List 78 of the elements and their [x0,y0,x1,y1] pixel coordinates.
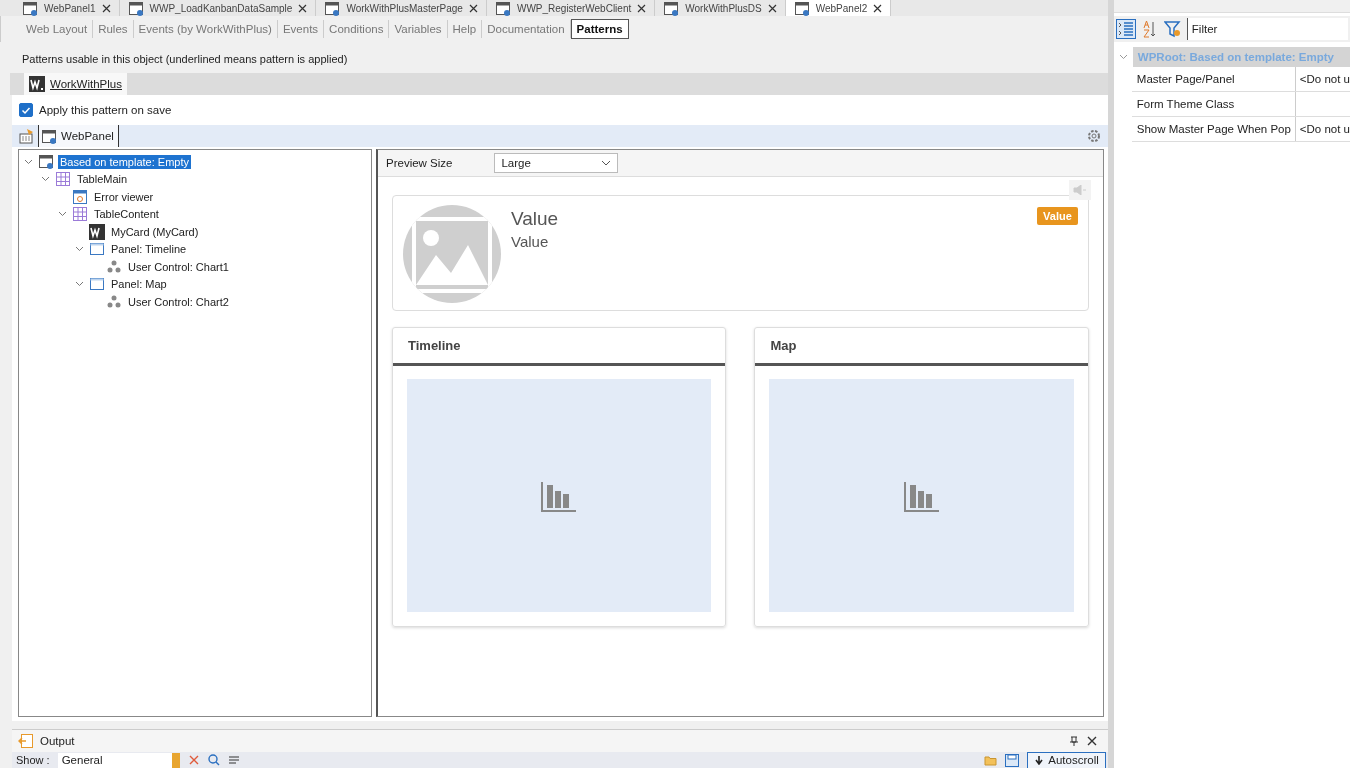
table-icon [72,206,88,223]
card-title: Value [511,208,560,230]
sort-alphabetical-icon[interactable] [1141,19,1158,39]
output-icon [18,733,34,749]
panel-title: Timeline [393,328,726,366]
section-tab[interactable]: Patterns [570,19,629,39]
user-control-icon [106,293,122,310]
properties-icon[interactable] [19,128,35,144]
logo-icon [89,223,105,240]
filter-field[interactable]: Filter [1186,18,1348,40]
section-tab[interactable]: Web Layout [21,20,94,38]
tree-item[interactable]: Panel: Timeline [109,242,189,257]
section-tab[interactable]: Events (by WorkWithPlus) [133,20,278,38]
tree-item[interactable]: User Control: Chart2 [126,294,231,309]
section-tab[interactable]: Conditions [324,20,390,38]
section-tab[interactable]: Variables [389,20,448,38]
tree-item[interactable]: MyCard (MyCard) [109,224,201,239]
close-icon[interactable] [468,3,478,13]
tree-item[interactable]: TableContent [92,207,161,222]
hint-text: Patterns usable in this object (underlined means pattern is applied) [21,52,349,67]
pattern-tab[interactable]: WorkWithPlus [24,73,127,95]
checkbox[interactable] [19,103,33,117]
logo-icon [29,76,45,92]
close-icon[interactable] [298,3,308,13]
show-label: Show : [16,754,50,766]
property-group: WPRoot: Based on template: Empty [1132,47,1350,67]
preview-size-select[interactable]: Large [494,153,619,173]
section-tab[interactable]: Documentation [482,20,571,38]
autoscroll-button[interactable]: Autoscroll [1027,752,1106,768]
property-name: Show Master Page When Pop [1131,117,1296,141]
close-icon[interactable] [637,3,647,13]
pin-icon[interactable] [1067,735,1080,747]
save-icon[interactable] [1005,753,1020,767]
user-control-icon [106,258,122,275]
categorized-icon[interactable] [1115,19,1136,39]
panel-title: Map [755,328,1088,366]
panel-title: Output [40,735,75,747]
error-window-icon [72,188,88,205]
instance-tab[interactable]: WebPanel [38,125,119,147]
document-icon [793,0,810,16]
tree-item[interactable]: Panel: Map [109,277,169,292]
section-tab[interactable]: Events [277,20,325,38]
panel-icon [89,241,105,258]
document-icon [663,0,680,16]
document-icon [494,0,511,16]
property-name: Form Theme Class [1131,92,1296,116]
window-icon [41,128,57,144]
property-name: Master Page/Panel [1131,67,1296,91]
tree-item[interactable]: Based on template: Empty [58,154,191,169]
tree-item[interactable]: Error viewer [92,189,156,204]
property-value[interactable]: <Do not u [1295,73,1350,85]
section-tab[interactable]: Help [447,20,483,38]
checkbox-label: Apply this pattern on save [39,104,172,116]
document-icon [127,0,144,16]
table-icon [55,171,71,188]
section-tab[interactable]: Rules [93,20,134,38]
close-icon[interactable] [767,3,777,13]
property-value[interactable]: <Do not u [1295,123,1350,135]
window-icon [38,153,54,170]
down-arrow-icon [1034,755,1045,765]
close-icon[interactable] [101,3,111,13]
badge: Value [1037,207,1078,225]
settings-icon[interactable] [1085,128,1102,144]
clear-icon[interactable] [187,754,200,766]
document-tab[interactable]: WebPanel2 [785,0,892,16]
search-icon[interactable] [207,754,220,766]
filter-icon[interactable] [1163,20,1181,38]
card-subtitle: Value [511,233,550,250]
close-icon[interactable] [1085,735,1098,747]
close-icon[interactable] [873,3,883,13]
tree-item[interactable]: TableMain [75,172,130,187]
panel-icon [89,276,105,293]
tree-item[interactable]: User Control: Chart1 [126,259,231,274]
show-select[interactable]: General [57,752,180,768]
document-icon [324,0,341,16]
preview-size-label: Preview Size [386,157,453,169]
wrap-icon[interactable] [227,754,240,766]
document-icon [22,0,38,16]
